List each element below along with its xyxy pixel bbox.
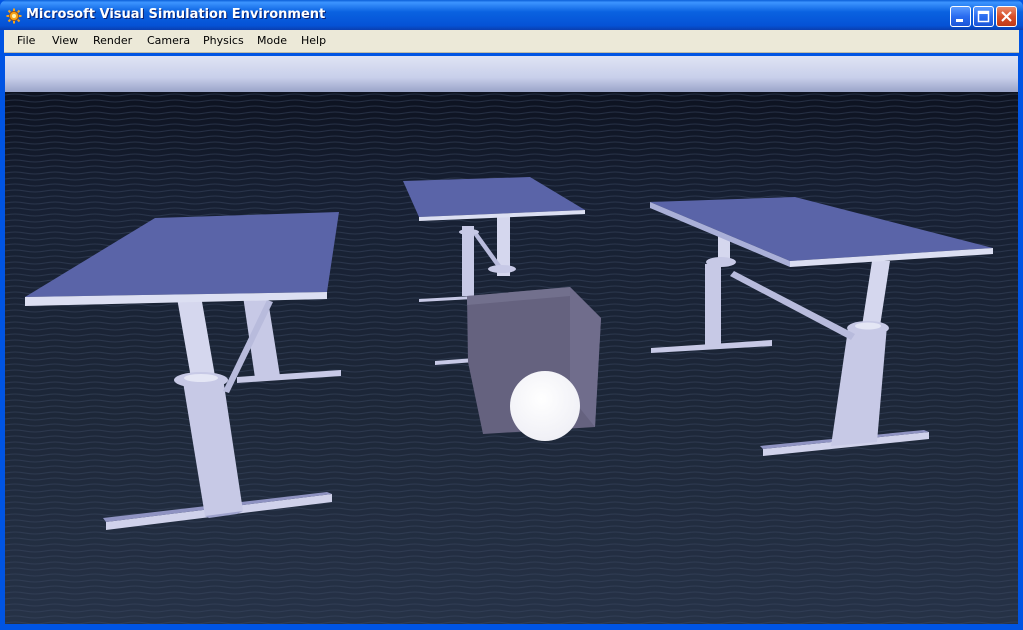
menu-physics[interactable]: Physics bbox=[203, 34, 244, 47]
maximize-icon bbox=[977, 10, 990, 23]
window-title: Microsoft Visual Simulation Environment bbox=[26, 7, 326, 22]
menu-render[interactable]: Render bbox=[93, 34, 132, 47]
sky bbox=[5, 56, 1018, 92]
menu-bar: File View Render Camera Physics Mode Hel… bbox=[4, 30, 1019, 53]
app-window: Microsoft Visual Simulation Environment … bbox=[0, 0, 1023, 630]
menu-help[interactable]: Help bbox=[301, 34, 326, 47]
menu-mode[interactable]: Mode bbox=[257, 34, 287, 47]
menu-file[interactable]: File bbox=[17, 34, 35, 47]
simulation-viewport[interactable] bbox=[5, 56, 1018, 624]
minimize-button[interactable] bbox=[950, 6, 971, 27]
scene-canvas[interactable] bbox=[5, 56, 1018, 624]
close-button[interactable] bbox=[996, 6, 1017, 27]
gear-sun-icon[interactable] bbox=[6, 8, 22, 24]
close-icon bbox=[1001, 11, 1012, 22]
maximize-button[interactable] bbox=[973, 6, 994, 27]
title-bar[interactable]: Microsoft Visual Simulation Environment bbox=[0, 0, 1023, 30]
ball[interactable] bbox=[510, 371, 580, 441]
menu-view[interactable]: View bbox=[52, 34, 78, 47]
menu-camera[interactable]: Camera bbox=[147, 34, 190, 47]
minimize-icon bbox=[956, 19, 963, 22]
